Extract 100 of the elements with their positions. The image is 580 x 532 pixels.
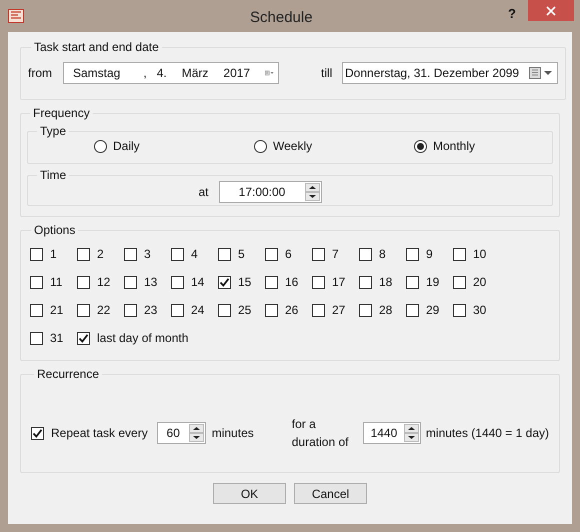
checkbox[interactable] bbox=[77, 304, 90, 316]
spinner-arrows-icon[interactable] bbox=[304, 183, 320, 201]
radio-label: Monthly bbox=[433, 138, 476, 155]
checkbox[interactable] bbox=[359, 248, 372, 260]
at-label: at bbox=[198, 184, 208, 201]
checkbox-label: 2 bbox=[97, 246, 104, 263]
window-title: Schedule bbox=[250, 8, 313, 28]
calendar-dropdown-icon[interactable] bbox=[529, 67, 553, 79]
checkbox[interactable] bbox=[265, 304, 278, 316]
minutes-note: minutes (1440 = 1 day) bbox=[426, 425, 549, 442]
dialog-button[interactable]: OK bbox=[213, 483, 286, 504]
app-icon bbox=[8, 9, 24, 23]
checkbox-label: 10 bbox=[473, 246, 486, 263]
time-spinner[interactable]: 17:00:00 bbox=[218, 181, 322, 203]
radio-button[interactable] bbox=[254, 140, 267, 152]
checkbox-label: 28 bbox=[379, 302, 392, 319]
checkbox-label: 9 bbox=[426, 246, 433, 263]
duration-label: for a duration of bbox=[292, 416, 350, 451]
checkbox[interactable] bbox=[171, 304, 184, 316]
checkbox-label: 19 bbox=[426, 274, 440, 291]
checkbox-label: 6 bbox=[285, 246, 292, 263]
checkbox-label: 16 bbox=[285, 274, 298, 291]
checkbox-label: 31 bbox=[50, 330, 64, 347]
group-label: Options bbox=[33, 222, 76, 239]
radio-label: Daily bbox=[113, 138, 140, 155]
checkbox-label: 20 bbox=[473, 274, 486, 291]
from-date-picker[interactable]: Samstag , 4. März 2017 bbox=[63, 62, 279, 84]
checkbox-label: 11 bbox=[50, 274, 62, 291]
checkbox-label: 8 bbox=[379, 246, 386, 263]
checkbox-label: 29 bbox=[426, 302, 440, 319]
radio-label: Weekly bbox=[273, 138, 312, 155]
group-label: Task start and end date bbox=[33, 39, 160, 56]
checkbox[interactable] bbox=[77, 332, 90, 344]
checkbox[interactable] bbox=[171, 248, 184, 260]
checkbox-label: 13 bbox=[144, 274, 158, 291]
checkbox[interactable] bbox=[453, 304, 466, 316]
checkbox-label: Repeat task every bbox=[51, 425, 148, 442]
radio-button[interactable] bbox=[94, 140, 107, 152]
checkbox[interactable] bbox=[218, 304, 231, 316]
spinner-arrows-icon[interactable] bbox=[404, 424, 419, 442]
checkbox-label: 5 bbox=[238, 246, 245, 263]
checkbox[interactable] bbox=[453, 248, 466, 260]
close-button[interactable] bbox=[528, 0, 574, 21]
checkbox[interactable] bbox=[453, 276, 466, 288]
dialog-button[interactable]: Cancel bbox=[294, 483, 367, 504]
group-label: Recurrence bbox=[36, 366, 100, 383]
checkbox-label: 15 bbox=[238, 274, 252, 291]
checkbox-label: 1 bbox=[50, 246, 57, 263]
checkbox[interactable] bbox=[406, 248, 419, 260]
checkbox-label: 27 bbox=[332, 302, 346, 319]
till-label: till bbox=[321, 65, 334, 82]
checkbox[interactable] bbox=[124, 304, 137, 316]
checkbox[interactable] bbox=[265, 276, 278, 288]
checkbox-label: 30 bbox=[473, 302, 486, 319]
radio-button[interactable] bbox=[414, 140, 427, 152]
checkbox[interactable] bbox=[124, 276, 137, 288]
checkbox[interactable] bbox=[171, 276, 184, 288]
checkbox-label: 25 bbox=[238, 302, 252, 319]
spinner-arrows-icon[interactable] bbox=[188, 424, 204, 442]
checkbox[interactable] bbox=[218, 248, 231, 260]
group-label: Time bbox=[39, 167, 68, 184]
close-icon bbox=[546, 6, 556, 16]
checkbox-label: 23 bbox=[144, 302, 158, 319]
checkbox-label: 3 bbox=[144, 246, 151, 263]
checkbox[interactable] bbox=[30, 276, 43, 288]
duration-spinner[interactable]: 1440 bbox=[362, 422, 421, 444]
checkbox-label: 18 bbox=[379, 274, 392, 291]
checkbox[interactable] bbox=[124, 248, 137, 260]
checkbox-label: 7 bbox=[332, 246, 339, 263]
checkbox-label: 14 bbox=[191, 274, 204, 291]
interval-spinner[interactable]: 60 bbox=[156, 422, 206, 444]
checkbox[interactable] bbox=[30, 304, 43, 316]
checkbox[interactable] bbox=[77, 276, 90, 288]
from-label: from bbox=[28, 65, 53, 82]
checkbox[interactable] bbox=[312, 248, 325, 260]
checkbox-label: 21 bbox=[50, 302, 64, 319]
checkbox-label: 12 bbox=[97, 274, 110, 291]
group-label: Frequency bbox=[32, 105, 91, 122]
checkbox[interactable] bbox=[406, 304, 419, 316]
checkbox-label: 17 bbox=[332, 274, 346, 291]
checkbox-label: last day of month bbox=[97, 330, 188, 347]
till-date-picker[interactable]: Donnerstag, 31. Dezember 2099 bbox=[342, 62, 558, 84]
checkbox-label: 4 bbox=[191, 246, 198, 263]
checkbox[interactable] bbox=[312, 304, 325, 316]
checkbox-label: 26 bbox=[285, 302, 298, 319]
checkbox-label: 22 bbox=[97, 302, 110, 319]
group-label: Type bbox=[39, 123, 68, 140]
checkbox[interactable] bbox=[30, 332, 43, 344]
checkbox[interactable] bbox=[30, 248, 43, 260]
help-button[interactable]: ? bbox=[508, 4, 516, 24]
checkbox[interactable] bbox=[265, 248, 278, 260]
checkbox[interactable] bbox=[359, 304, 372, 316]
checkbox-label: 24 bbox=[191, 302, 204, 319]
checkbox[interactable] bbox=[77, 248, 90, 260]
minutes-label: minutes bbox=[212, 425, 254, 442]
checkbox[interactable] bbox=[359, 276, 372, 288]
checkbox[interactable] bbox=[218, 276, 231, 288]
checkbox[interactable] bbox=[31, 426, 44, 440]
checkbox[interactable] bbox=[406, 276, 419, 288]
checkbox[interactable] bbox=[312, 276, 325, 288]
